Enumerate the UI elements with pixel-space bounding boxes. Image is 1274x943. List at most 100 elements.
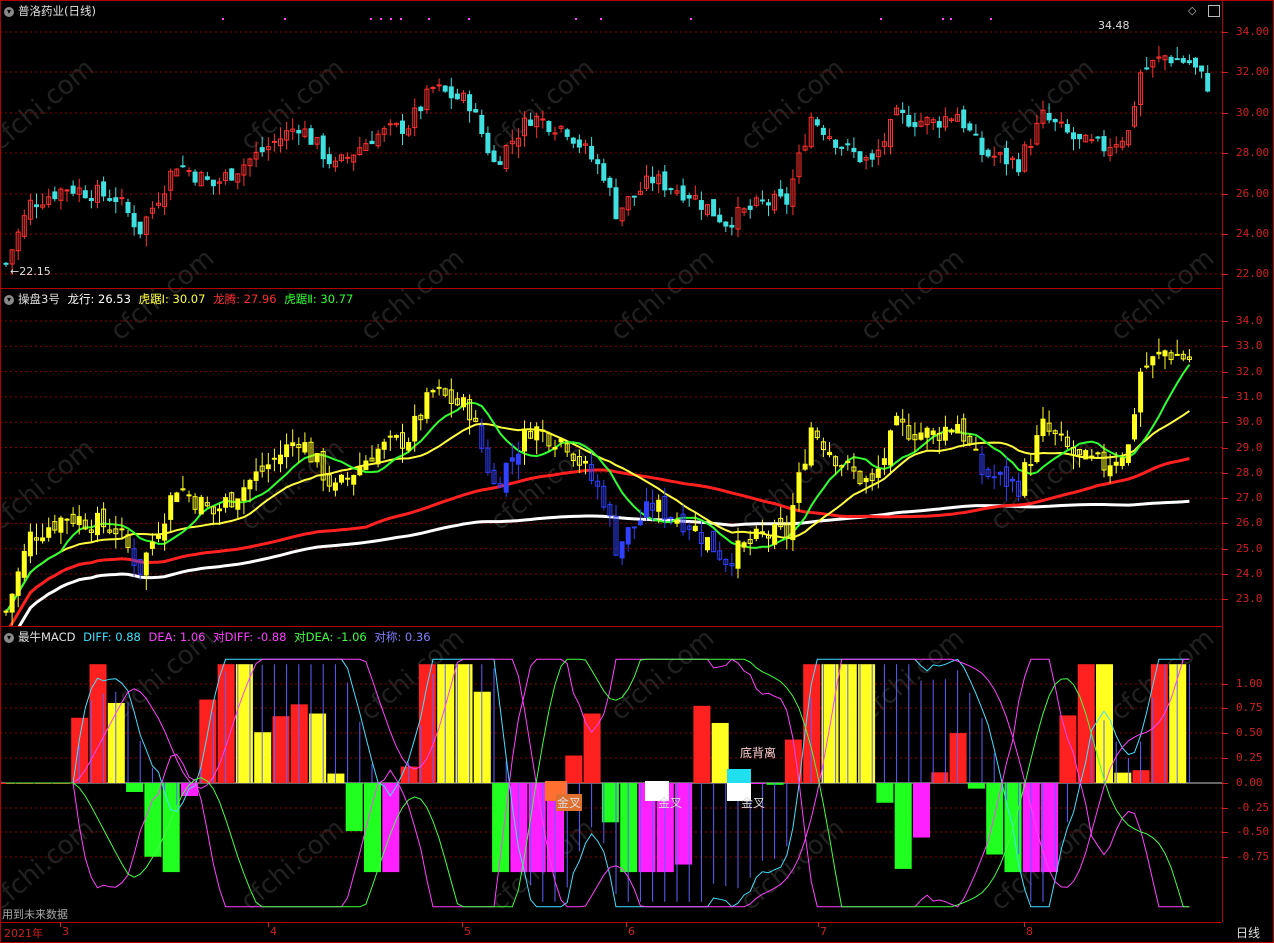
- macd-histogram-bar: [876, 783, 894, 803]
- y-axis-label: 24.0: [1236, 567, 1263, 580]
- candle-body: [680, 185, 686, 201]
- indicator-candle-body: [540, 429, 546, 432]
- indicator-candle-body: [375, 448, 381, 465]
- candle-body: [1016, 159, 1022, 173]
- indicator-candle-body: [619, 541, 625, 559]
- candle-body: [839, 146, 845, 149]
- y-axis-tick: [1222, 574, 1228, 575]
- period-button[interactable]: 日线: [1236, 924, 1260, 941]
- x-axis-label: 7: [820, 925, 827, 938]
- indicator-candle-body: [1156, 351, 1162, 355]
- event-marker: [400, 18, 402, 20]
- indicator-candle-body: [339, 474, 344, 483]
- candle-body: [436, 84, 442, 87]
- indicator-candle-body: [644, 501, 649, 518]
- candle-body: [125, 201, 131, 214]
- y-axis-label: 22.00: [1236, 267, 1270, 280]
- indicator-candle-body: [314, 452, 320, 463]
- indicator-candle-body: [271, 457, 277, 460]
- indicator-candle-body: [95, 512, 100, 536]
- legend-item-huju1: 虎踞Ⅰ: 30.07: [138, 292, 206, 306]
- diamond-icon[interactable]: ◇: [1188, 4, 1196, 17]
- candle-body: [607, 177, 613, 188]
- candle-body: [759, 199, 765, 202]
- candle-body: [1101, 136, 1107, 152]
- candle-body: [473, 109, 479, 113]
- candle-body: [1144, 67, 1150, 70]
- candle-body: [296, 129, 302, 134]
- candle-body: [869, 153, 875, 160]
- candle-body: [479, 114, 485, 135]
- indicator-candle-body: [656, 499, 662, 512]
- indicator-candle-body: [522, 428, 527, 452]
- indicator-candle-body: [9, 593, 15, 613]
- candle-body: [1180, 58, 1186, 63]
- y-axis-tick: [1222, 733, 1228, 734]
- candle-body: [723, 221, 729, 227]
- indicator-candle-body: [991, 476, 997, 479]
- annotation-golden-cross-2: 金叉: [658, 796, 683, 810]
- macd-indicator-chart[interactable]: [0, 626, 1222, 922]
- candle-body: [345, 156, 351, 159]
- chevron-down-icon[interactable]: ▾: [4, 294, 14, 305]
- event-marker: [690, 18, 692, 20]
- indicator-candle-body: [1113, 461, 1119, 466]
- indicator-candle-body: [1095, 452, 1101, 455]
- indicator-candle-body: [290, 442, 296, 447]
- indicator-panel-caopan[interactable]: ▾ 操盘3号 龙行: 26.53 虎踞Ⅰ: 30.07 龙腾: 27.96 虎踞Ⅱ…: [0, 288, 1222, 627]
- indicator-candle-body: [1107, 465, 1113, 477]
- indicator-candle-body: [387, 435, 393, 438]
- candle-body: [1071, 132, 1076, 140]
- indicator-candle-body: [1132, 414, 1137, 440]
- y-axis-label: 32.00: [1236, 65, 1270, 78]
- candle-body: [1199, 65, 1205, 72]
- y-axis-tick: [1222, 832, 1228, 833]
- y-axis-tick: [1222, 234, 1228, 235]
- indicator-candle-body: [631, 526, 637, 529]
- candle-body: [766, 202, 771, 206]
- annotation-golden-cross-3: 金叉: [741, 796, 766, 810]
- y-axis-label: 34.00: [1236, 25, 1270, 38]
- y-axis-label: 0.50: [1236, 726, 1263, 739]
- candle-body: [613, 187, 619, 220]
- indicator-candle-body: [412, 415, 418, 442]
- main-candlestick-chart[interactable]: [0, 0, 1222, 288]
- candle-body: [64, 189, 70, 192]
- indicator-candle-body: [973, 448, 979, 451]
- indicator-candle-body: [332, 482, 338, 491]
- collapse-icon[interactable]: [1207, 5, 1220, 17]
- legend-item-diff: DIFF: 0.88: [83, 630, 141, 644]
- indicator-candle-body: [284, 444, 290, 458]
- main-chart-panel[interactable]: ▾ 普洛药业(日线) ◇ 34.48 ←22.15: [0, 0, 1222, 289]
- indicator-candle-body: [76, 516, 82, 526]
- y-axis-label: 25.0: [1236, 541, 1263, 555]
- candle-body: [229, 168, 235, 181]
- candle-body: [369, 140, 375, 145]
- macd-histogram-bar: [784, 739, 802, 783]
- chevron-down-icon[interactable]: ▾: [4, 632, 14, 643]
- indicator-candle-body: [156, 535, 161, 539]
- y-axis-label: 31.0: [1236, 389, 1263, 403]
- x-axis-label: 2021年: [4, 927, 43, 940]
- candle-body: [1003, 147, 1009, 165]
- macd-histogram-bar: [565, 755, 583, 783]
- y-axis-tick: [1222, 498, 1228, 500]
- indicator-candle-body: [302, 442, 308, 453]
- y-axis-tick: [1222, 758, 1228, 759]
- macd-legend: ▾ 最牛MACD DIFF: 0.88 DEA: 1.06 对DIFF: -0.8…: [4, 629, 435, 645]
- indicator-candle-body: [1138, 371, 1144, 413]
- caopan-indicator-chart[interactable]: [0, 288, 1222, 626]
- candle-body: [113, 197, 119, 203]
- y-axis-label: -0.50: [1236, 825, 1270, 838]
- indicator-candle-body: [119, 528, 125, 531]
- indicator-candle-body: [503, 462, 509, 493]
- chevron-down-icon[interactable]: ▾: [4, 6, 14, 17]
- event-marker: [284, 18, 286, 20]
- event-marker: [950, 18, 952, 20]
- indicator-candle-body: [436, 386, 442, 389]
- x-axis-tick: [626, 922, 627, 927]
- y-axis-label: 0.75: [1236, 701, 1263, 714]
- indicator-panel-macd[interactable]: ▾ 最牛MACD DIFF: 0.88 DEA: 1.06 对DIFF: -0.8…: [0, 626, 1222, 923]
- y-axis-tick: [1222, 113, 1228, 114]
- candle-body: [1046, 112, 1052, 121]
